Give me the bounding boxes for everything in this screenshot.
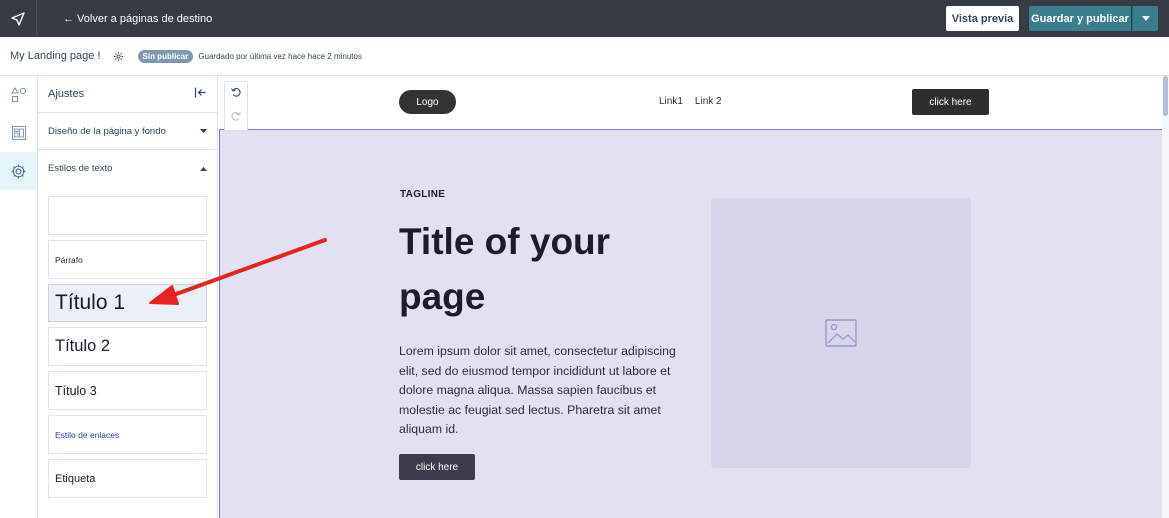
canvas-scrollbar[interactable] (1162, 76, 1169, 518)
section-text-styles-label: Estilos de texto (48, 163, 113, 174)
text-style-paragraph-label: Párrafo (55, 254, 83, 265)
collapse-panel-icon[interactable] (194, 85, 207, 103)
page-info-bar: My Landing page ! Sin publicar Guardado … (0, 37, 1169, 76)
hero-cta-button[interactable]: click here (399, 454, 475, 480)
back-label: ← Volver a páginas de destino (63, 12, 213, 25)
image-icon (825, 319, 857, 347)
text-style-h3[interactable]: Título 3 (48, 371, 207, 410)
publish-options-dropdown[interactable] (1132, 6, 1158, 31)
caret-up-icon (200, 166, 207, 171)
app-logo[interactable] (0, 0, 37, 37)
page-settings-gear-icon[interactable] (113, 51, 124, 62)
text-style-h2-label: Título 2 (55, 337, 111, 355)
rail-settings[interactable] (0, 152, 37, 190)
undo-redo-controls (224, 81, 248, 131)
text-style-h1[interactable]: Título 1 (48, 284, 207, 322)
canvas-scrollbar-thumb[interactable] (1163, 76, 1168, 116)
section-text-styles[interactable]: Estilos de texto (38, 150, 217, 187)
save-and-publish-button[interactable]: Guardar y publicar (1029, 6, 1131, 31)
top-bar: ← Volver a páginas de destino Vista prev… (0, 0, 1169, 37)
hero-section[interactable] (219, 130, 1162, 518)
hero-image-placeholder[interactable] (711, 198, 971, 468)
section-page-design-label: Diseño de la página y fondo (48, 125, 166, 137)
paper-plane-icon (11, 11, 25, 26)
rail-add-modules[interactable] (0, 76, 37, 114)
text-style-label-label: Etiqueta (55, 472, 96, 485)
text-style-h2[interactable]: Título 2 (48, 327, 207, 366)
preview-button[interactable]: Vista previa (946, 6, 1019, 31)
text-style-h1-label: Título 1 (55, 291, 126, 314)
page-name[interactable]: My Landing page ! (10, 50, 101, 62)
text-style-label[interactable]: Etiqueta (48, 459, 207, 498)
hero-title[interactable]: Title of your page (399, 214, 689, 324)
text-style-links-label: Estilo de enlaces (55, 429, 120, 440)
text-styles-list: Párrafo Título 1 Título 2 Título 3 Estil… (38, 187, 217, 498)
nav-link-2[interactable]: Link 2 (695, 96, 722, 107)
text-style-paragraph[interactable]: Párrafo (48, 240, 207, 279)
rail-layout[interactable] (0, 114, 37, 152)
back-to-landing-pages-link[interactable]: ← Volver a páginas de destino (63, 13, 212, 25)
caret-down-icon (200, 129, 207, 133)
gear-icon (11, 164, 26, 178)
undo-icon[interactable] (230, 85, 242, 103)
shapes-icon (10, 87, 26, 102)
text-style-links[interactable]: Estilo de enlaces (48, 415, 207, 454)
section-page-design[interactable]: Diseño de la página y fondo (38, 113, 217, 150)
caret-down-icon (1141, 16, 1150, 21)
landing-nav: Link1 Link 2 (659, 96, 722, 107)
settings-panel: Ajustes Diseño de la página y fondo Esti… (38, 76, 218, 518)
panel-header: Ajustes (38, 76, 217, 113)
landing-logo[interactable]: Logo (399, 90, 456, 114)
redo-icon[interactable] (230, 109, 242, 127)
status-badge: Sin publicar (137, 49, 194, 63)
last-saved-text: Guardado por última vez hace hace 2 minu… (198, 51, 362, 61)
editor-tool-rail (0, 76, 38, 518)
layout-icon (11, 126, 26, 140)
hero-tagline[interactable]: TAGLINE (400, 189, 445, 200)
text-style-empty[interactable] (48, 196, 207, 235)
panel-title: Ajustes (48, 88, 85, 100)
text-style-h3-label: Título 3 (55, 383, 97, 398)
nav-link-1[interactable]: Link1 (659, 96, 683, 107)
header-cta-button[interactable]: click here (912, 89, 989, 115)
hero-body-text[interactable]: Lorem ipsum dolor sit amet, consectetur … (399, 342, 684, 440)
